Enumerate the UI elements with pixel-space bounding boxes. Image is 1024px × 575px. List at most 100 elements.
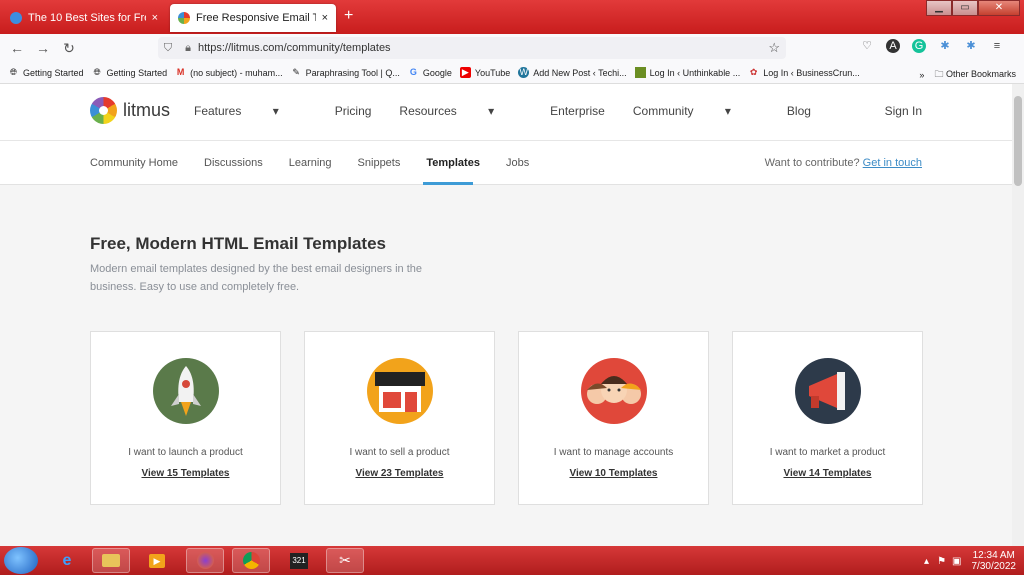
litmus-logo-icon	[90, 97, 117, 124]
template-card-manage[interactable]: I want to manage accounts View 10 Templa…	[518, 331, 709, 505]
window-controls: ▁ ▭ ✕	[926, 0, 1020, 16]
shield-icon: ⛉	[163, 41, 173, 54]
active-tab-indicator	[423, 182, 473, 185]
browser-navbar: ← → ↻ ⛉ 🔒︎ https://litmus.com/community/…	[0, 34, 1024, 62]
toolbar-icons: ♡ A G ✱ ✱ ≡	[860, 39, 1004, 53]
page-subtitle: Modern email templates designed by the b…	[90, 263, 423, 293]
minimize-button[interactable]: ▁	[926, 0, 952, 16]
reload-icon[interactable]: ↻	[56, 40, 82, 57]
nav-blog[interactable]: Blog	[787, 104, 811, 118]
litmus-logo[interactable]: litmus	[90, 97, 170, 124]
template-card-launch[interactable]: I want to launch a product View 15 Templ…	[90, 331, 281, 505]
nav-pricing[interactable]: Pricing	[335, 104, 372, 118]
bookmark-item[interactable]: M (no subject) - muham...	[175, 67, 283, 78]
nav-community[interactable]: Community ▾	[633, 104, 759, 118]
network-icon[interactable]: ▣	[952, 556, 961, 567]
close-window-button[interactable]: ✕	[978, 0, 1020, 16]
card-label: I want to sell a product	[349, 447, 450, 458]
card-label: I want to manage accounts	[553, 447, 674, 458]
extension-icon[interactable]: ✱	[964, 39, 978, 53]
gmail-icon: M	[176, 67, 185, 77]
tab-litmus-templates[interactable]: Free Responsive Email Templat ×	[170, 4, 336, 32]
get-in-touch-link[interactable]: Get in touch	[863, 157, 922, 169]
url-text[interactable]: https://litmus.com/community/templates	[198, 42, 391, 54]
quill-icon: ✎	[292, 67, 300, 77]
close-tab-icon[interactable]: ×	[322, 12, 328, 24]
view-templates-link[interactable]: View 14 Templates	[733, 468, 922, 479]
extension-icon[interactable]: ✱	[938, 39, 952, 53]
subnav-snippets[interactable]: Snippets	[358, 157, 401, 169]
new-tab-button[interactable]: +	[344, 7, 353, 25]
maximize-button[interactable]: ▭	[952, 0, 978, 16]
action-center-icon[interactable]: ⚑	[937, 556, 946, 567]
tab-title: Free Responsive Email Templat	[196, 12, 316, 24]
firefox-icon[interactable]	[186, 548, 224, 573]
bookmark-item[interactable]: G Google	[408, 67, 452, 78]
bookmark-item[interactable]: ▶ YouTube	[459, 67, 510, 78]
bookmark-star-icon[interactable]: ☆	[768, 40, 780, 56]
screen: The 10 Best Sites for Free Email × Free …	[0, 0, 1024, 575]
nav-features[interactable]: Features ▾	[194, 104, 307, 118]
storefront-icon	[367, 358, 433, 424]
youtube-icon: ▶	[459, 67, 471, 78]
scrollbar-thumb[interactable]	[1014, 96, 1022, 186]
system-tray: ▴ ⚑ ▣ 12:34 AM 7/30/2022	[924, 550, 1016, 572]
page-scrollbar[interactable]	[1012, 84, 1024, 546]
globe-icon: 🌐︎	[93, 67, 101, 77]
subnav-jobs[interactable]: Jobs	[506, 157, 529, 169]
lock-icon: 🔒︎	[185, 41, 191, 54]
clock[interactable]: 12:34 AM 7/30/2022	[972, 550, 1017, 572]
sign-in-link[interactable]: Sign In	[885, 104, 922, 118]
bookmark-item[interactable]: 🌐︎ Getting Started	[92, 67, 167, 78]
bookmark-item[interactable]: W Add New Post ‹ Techi...	[518, 67, 627, 78]
subnav-learning[interactable]: Learning	[289, 157, 332, 169]
media-321-icon[interactable]: 321	[280, 548, 318, 573]
chevron-down-icon: ▾	[272, 104, 279, 118]
internet-explorer-icon[interactable]: e	[48, 548, 86, 573]
close-tab-icon[interactable]: ×	[152, 12, 158, 24]
template-card-market[interactable]: I want to market a product View 14 Templ…	[732, 331, 923, 505]
subnav-discussions[interactable]: Discussions	[204, 157, 263, 169]
nav-resources[interactable]: Resources ▾	[399, 104, 522, 118]
more-bookmarks-icon[interactable]: »	[919, 70, 924, 80]
template-card-sell[interactable]: I want to sell a product View 23 Templat…	[304, 331, 495, 505]
nav-enterprise[interactable]: Enterprise	[550, 104, 605, 118]
web-page: litmus Features ▾ Pricing Resources ▾ En…	[0, 84, 1012, 546]
bookmark-item[interactable]: ✿ Log In ‹ BusinessCrun...	[748, 67, 860, 78]
subnav-community-home[interactable]: Community Home	[90, 157, 178, 169]
community-subnav: Community Home Discussions Learning Snip…	[0, 141, 1012, 185]
snipping-tool-icon[interactable]: ✂	[326, 548, 364, 573]
folder-icon: 🗀︎	[934, 69, 944, 79]
file-explorer-icon[interactable]	[92, 548, 130, 573]
globe-icon	[10, 12, 22, 24]
show-hidden-icons[interactable]: ▴	[924, 556, 929, 567]
view-templates-link[interactable]: View 15 Templates	[91, 468, 280, 479]
back-icon[interactable]: ←	[4, 40, 30, 56]
start-button[interactable]	[4, 547, 38, 574]
view-templates-link[interactable]: View 10 Templates	[519, 468, 708, 479]
bookmark-item[interactable]: Log In ‹ Unthinkable ...	[634, 67, 740, 78]
chevron-down-icon: ▾	[488, 104, 495, 118]
people-icon	[581, 358, 647, 424]
bookmark-item[interactable]: 🌐︎ Getting Started	[8, 67, 84, 78]
view-templates-link[interactable]: View 23 Templates	[305, 468, 494, 479]
rocket-icon	[153, 358, 219, 424]
page-title: Free, Modern HTML Email Templates	[90, 234, 386, 253]
chrome-icon[interactable]	[232, 548, 270, 573]
grammarly-icon[interactable]: G	[912, 39, 926, 53]
menu-icon[interactable]: ≡	[990, 39, 1004, 53]
account-icon[interactable]: A	[886, 39, 900, 53]
media-player-icon[interactable]: ▶	[138, 548, 176, 573]
address-bar[interactable]: ⛉ 🔒︎ https://litmus.com/community/templa…	[158, 37, 786, 59]
bookmark-item[interactable]: ✎ Paraphrasing Tool | Q...	[291, 67, 400, 78]
subnav-templates[interactable]: Templates	[426, 157, 480, 169]
site-icon: ✿	[749, 67, 758, 77]
windows-taskbar: e ▶ 321 ✂ ▴ ⚑ ▣ 12:34 AM 7/30/2022	[0, 546, 1024, 575]
pocket-icon[interactable]: ♡	[860, 39, 874, 53]
site-icon	[634, 67, 646, 78]
other-bookmarks[interactable]: 🗀︎ Other Bookmarks	[934, 67, 1016, 83]
globe-icon: 🌐︎	[9, 67, 18, 77]
forward-icon[interactable]: →	[30, 40, 56, 56]
site-header: litmus Features ▾ Pricing Resources ▾ En…	[0, 84, 1012, 141]
tab-best-sites[interactable]: The 10 Best Sites for Free Email ×	[2, 4, 166, 32]
